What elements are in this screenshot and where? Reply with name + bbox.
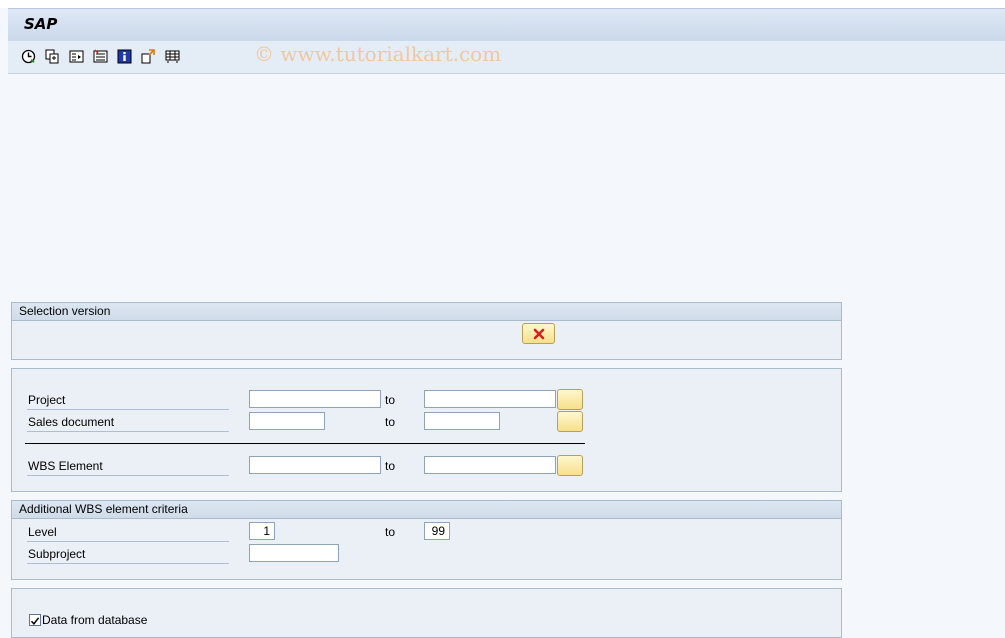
delete-selection-version-button[interactable] (522, 323, 555, 344)
project-label: Project (27, 391, 229, 410)
watermark: © www.tutorialkart.com (254, 42, 502, 66)
data-from-database-label: Data from database (42, 613, 148, 627)
wbs-element-from-input[interactable] (249, 456, 381, 474)
checkmark-icon (30, 617, 40, 625)
level-from-input[interactable] (249, 522, 275, 540)
project-to-input[interactable] (424, 390, 556, 408)
level-to-input[interactable] (424, 522, 450, 540)
level-label: Level (27, 523, 229, 542)
selection-version-group: Selection version (11, 302, 842, 360)
project-to-label: to (385, 393, 396, 407)
wbs-element-label: WBS Element (27, 457, 229, 476)
delete-selection-icon[interactable] (92, 48, 108, 64)
main-criteria-block: Project to Sales document to WBS Element… (11, 368, 842, 492)
page-title: SAP (24, 15, 58, 33)
project-multiple-selection-button[interactable] (557, 389, 583, 410)
level-to-label: to (385, 525, 396, 539)
selection-options-icon[interactable] (68, 48, 84, 64)
title-bar: SAP (8, 8, 1005, 42)
data-from-database-checkbox[interactable] (29, 614, 41, 626)
info-icon[interactable] (116, 48, 132, 64)
subproject-input[interactable] (249, 544, 339, 562)
copy-icon[interactable] (44, 48, 60, 64)
sales-document-to-label: to (385, 415, 396, 429)
additional-wbs-criteria-group: Additional WBS element criteria Level to… (11, 500, 842, 580)
sales-document-from-input[interactable] (249, 412, 325, 430)
execute-icon[interactable] (20, 48, 36, 64)
red-x-icon (533, 328, 544, 339)
selection-version-title: Selection version (12, 303, 841, 321)
window-top-edge (0, 0, 1005, 8)
save-variant-icon[interactable] (164, 48, 180, 64)
get-variant-icon[interactable] (140, 48, 156, 64)
wbs-element-to-input[interactable] (424, 456, 556, 474)
wbs-element-multiple-selection-button[interactable] (557, 455, 583, 476)
additional-wbs-criteria-title: Additional WBS element criteria (12, 501, 841, 519)
separator-line (25, 443, 585, 444)
project-from-input[interactable] (249, 390, 381, 408)
options-block: Data from database (11, 588, 842, 638)
wbs-element-to-label: to (385, 459, 396, 473)
sales-document-label: Sales document (27, 413, 229, 432)
sales-document-multiple-selection-button[interactable] (557, 411, 583, 432)
application-toolbar: © www.tutorialkart.com (8, 41, 1005, 74)
subproject-label: Subproject (27, 545, 229, 564)
sales-document-to-input[interactable] (424, 412, 500, 430)
